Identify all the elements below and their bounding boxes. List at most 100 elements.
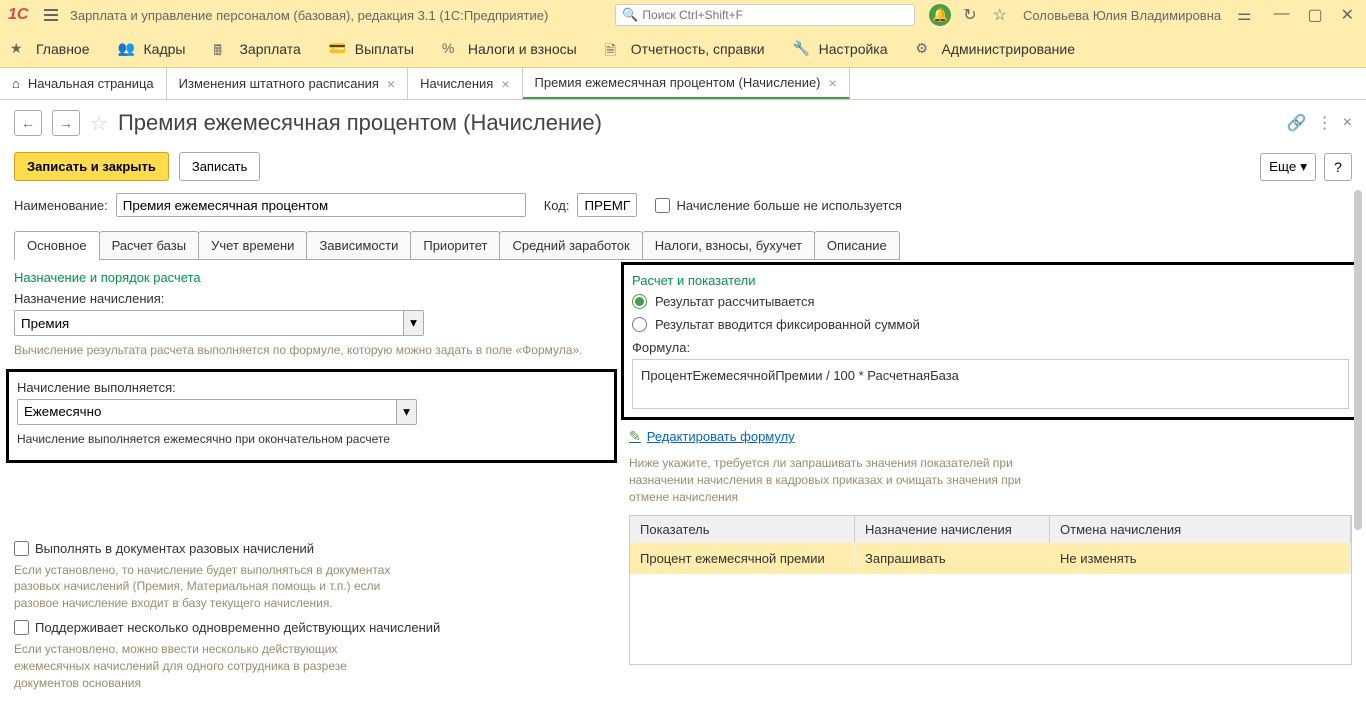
tab-start-page[interactable]: ⌂Начальная страница (0, 68, 167, 99)
tab-base[interactable]: Расчет базы (99, 231, 200, 260)
save-button[interactable]: Записать (179, 152, 261, 181)
name-input[interactable] (116, 193, 526, 217)
section-purpose-title: Назначение и порядок расчета (14, 270, 609, 285)
radio-fixed[interactable] (632, 317, 647, 332)
more-button[interactable]: Еще▾ (1260, 153, 1316, 181)
not-used-checkbox[interactable] (655, 198, 670, 213)
tab-accruals[interactable]: Начисления× (408, 68, 522, 99)
wallet-icon: 💳 (329, 40, 347, 58)
cb1-hint: Если установлено, то начисление будет вы… (14, 562, 394, 612)
table-header: Показатель Назначение начисления Отмена … (630, 516, 1351, 543)
purpose-select[interactable]: ▾ (14, 310, 424, 336)
pencil-icon: ✎ (629, 428, 641, 445)
window-controls: — ▢ ✕ (1269, 5, 1358, 25)
people-icon: 👥 (118, 40, 136, 58)
favorite-icon[interactable]: ☆ (90, 111, 108, 136)
history-icon[interactable]: ↻ (959, 5, 980, 25)
code-label: Код: (544, 198, 570, 213)
name-label: Наименование: (14, 198, 108, 213)
indicators-hint: Ниже укажите, требуется ли запрашивать з… (629, 455, 1049, 505)
close-icon[interactable]: × (387, 76, 395, 92)
toolbar: Записать и закрыть Записать Еще▾ ? (0, 146, 1366, 187)
nav-forward-button[interactable]: → (52, 110, 80, 136)
menu-reports[interactable]: 🗎Отчетность, справки (605, 40, 765, 58)
formula-box[interactable]: ПроцентЕжемесячнойПремии / 100 * Расчетн… (632, 359, 1349, 409)
tab-tax[interactable]: Налоги, взносы, бухучет (642, 231, 815, 260)
menu-settings[interactable]: 🔧Настройка (793, 40, 888, 58)
menu-taxes[interactable]: %Налоги и взносы (442, 40, 577, 58)
cb-once-docs[interactable] (14, 541, 29, 556)
chevron-down-icon[interactable]: ▾ (403, 311, 423, 335)
form-tabs: Основное Расчет базы Учет времени Зависи… (0, 231, 1366, 260)
document-tabs: ⌂Начальная страница Изменения штатного р… (0, 68, 1366, 100)
tab-desc[interactable]: Описание (814, 231, 900, 260)
scroll-thumb[interactable] (1354, 190, 1362, 530)
maximize-icon[interactable]: ▢ (1303, 5, 1326, 25)
help-button[interactable]: ? (1324, 153, 1352, 181)
kebab-icon[interactable]: ⋮ (1317, 113, 1333, 133)
menu-payments[interactable]: 💳Выплаты (329, 40, 414, 58)
tab-main[interactable]: Основное (14, 231, 100, 260)
exec-input[interactable] (18, 400, 396, 424)
formula-label: Формула: (632, 340, 1349, 355)
not-used-checkbox-wrap[interactable]: Начисление больше не используется (655, 198, 901, 213)
purpose-input[interactable] (15, 311, 403, 335)
tab-deps[interactable]: Зависимости (306, 231, 411, 260)
radio-calculated-wrap[interactable]: Результат рассчитывается (632, 294, 1349, 309)
menu-hr[interactable]: 👥Кадры (118, 40, 186, 58)
close-page-icon[interactable]: × (1343, 114, 1352, 132)
search-input[interactable] (642, 8, 908, 22)
nav-back-button[interactable]: ← (14, 110, 42, 136)
th-cancel: Отмена начисления (1050, 516, 1351, 543)
menu-admin[interactable]: ⚙Администрирование (916, 40, 1076, 58)
cb-multi[interactable] (14, 620, 29, 635)
home-icon: ⌂ (12, 76, 20, 91)
filter-icon[interactable]: ⚌ (1233, 5, 1255, 25)
code-input[interactable] (577, 193, 637, 217)
doc-icon: 🗎 (605, 40, 623, 58)
close-icon[interactable]: × (829, 75, 837, 91)
minimize-icon[interactable]: — (1269, 5, 1293, 25)
tab-avg[interactable]: Средний заработок (499, 231, 642, 260)
table-row[interactable]: Процент ежемесячной премии Запрашивать Н… (630, 543, 1351, 574)
titlebar: 1C Зарплата и управление персоналом (баз… (0, 0, 1366, 30)
th-indicator: Показатель (630, 516, 855, 543)
chevron-down-icon[interactable]: ▾ (396, 400, 416, 424)
cb-multi-wrap[interactable]: Поддерживает несколько одновременно дейс… (14, 620, 609, 635)
scrollbar[interactable] (1354, 178, 1364, 728)
chevron-down-icon: ▾ (1300, 159, 1307, 175)
purpose-label: Назначение начисления: (14, 291, 609, 306)
radio-fixed-wrap[interactable]: Результат вводится фиксированной суммой (632, 317, 1349, 332)
percent-icon: % (442, 40, 460, 58)
radio-calculated[interactable] (632, 294, 647, 309)
left-column: Назначение и порядок расчета Назначение … (14, 270, 609, 691)
table-empty-area (630, 574, 1351, 664)
star-icon[interactable]: ☆ (989, 5, 1011, 25)
global-search[interactable]: 🔍 (615, 4, 915, 26)
indicators-table: Показатель Назначение начисления Отмена … (629, 515, 1352, 665)
edit-formula-link[interactable]: ✎ Редактировать формулу (629, 428, 1352, 445)
form-body: Назначение и порядок расчета Назначение … (0, 260, 1366, 701)
menubar: ★Главное 👥Кадры 🖩Зарплата 💳Выплаты %Нало… (0, 30, 1366, 68)
calc-icon: 🖩 (213, 40, 231, 58)
link-icon[interactable]: 🔗 (1287, 113, 1307, 133)
close-icon[interactable]: × (501, 76, 509, 92)
tab-staff-changes[interactable]: Изменения штатного расписания× (167, 68, 408, 99)
th-assign: Назначение начисления (855, 516, 1050, 543)
td-cancel: Не изменять (1050, 543, 1351, 574)
user-name[interactable]: Соловьева Юлия Владимировна (1023, 8, 1221, 23)
menu-salary[interactable]: 🖩Зарплата (213, 40, 300, 58)
header-fields: Наименование: Код: Начисление больше не … (0, 187, 1366, 223)
tab-priority[interactable]: Приоритет (410, 231, 500, 260)
save-close-button[interactable]: Записать и закрыть (14, 152, 169, 181)
exec-select[interactable]: ▾ (17, 399, 417, 425)
tab-time[interactable]: Учет времени (198, 231, 307, 260)
tab-bonus-monthly[interactable]: Премия ежемесячная процентом (Начисление… (523, 68, 850, 99)
hamburger-icon[interactable] (40, 5, 62, 25)
cb-once-docs-wrap[interactable]: Выполнять в документах разовых начислени… (14, 541, 609, 556)
logo-1c-icon: 1C (8, 6, 32, 24)
bell-icon[interactable]: 🔔 (929, 4, 951, 26)
menu-main[interactable]: ★Главное (10, 40, 90, 58)
close-window-icon[interactable]: ✕ (1337, 5, 1358, 25)
td-indicator: Процент ежемесячной премии (630, 543, 855, 574)
